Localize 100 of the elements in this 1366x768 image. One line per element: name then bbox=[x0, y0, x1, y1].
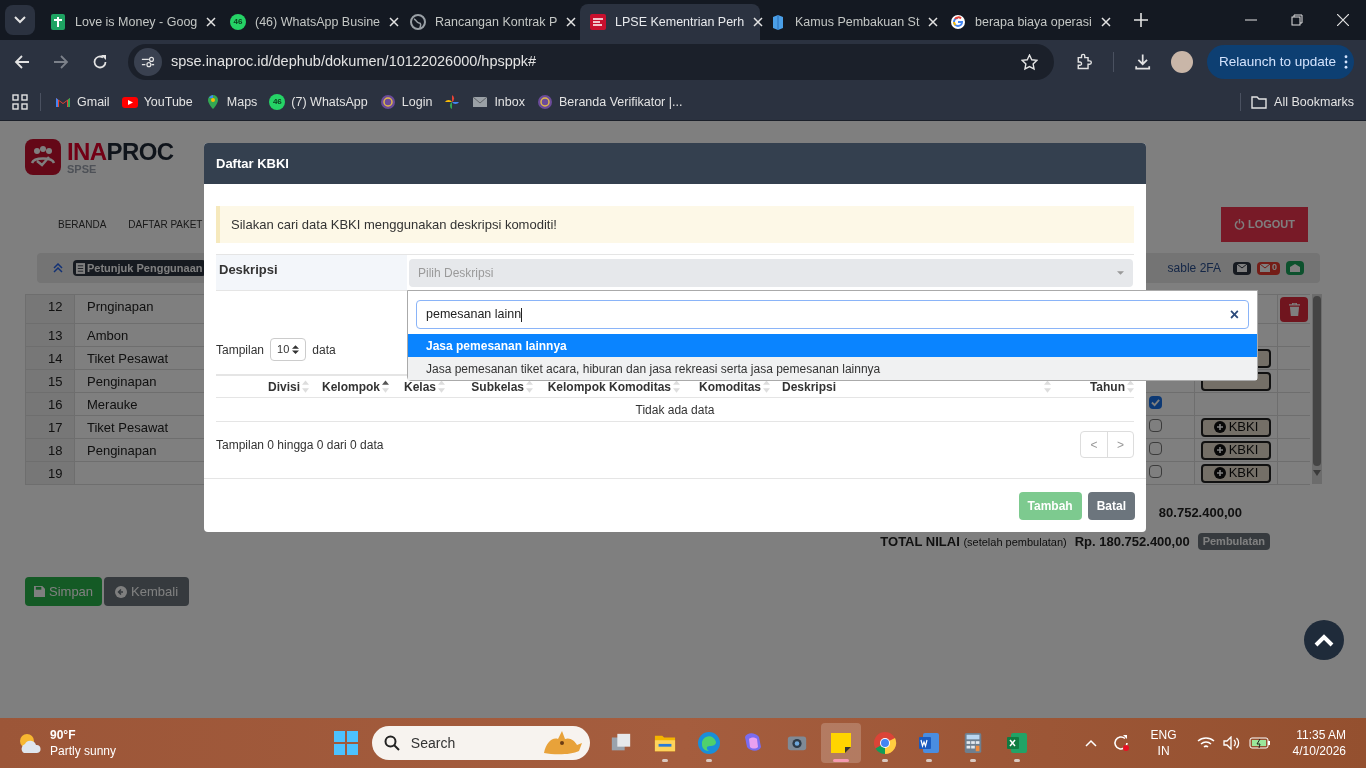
bookmark-star-icon[interactable] bbox=[1021, 53, 1039, 71]
word-processor-icon bbox=[917, 731, 941, 755]
messages-button[interactable] bbox=[1233, 261, 1251, 275]
checkbox[interactable] bbox=[1149, 465, 1162, 478]
browser-tab[interactable]: Rancangan Kontrak P bbox=[400, 4, 580, 40]
apps-grid-icon[interactable] bbox=[12, 94, 28, 110]
dialog-button[interactable]: Batal bbox=[1087, 491, 1135, 520]
kbki-button[interactable]: KBKI bbox=[1201, 440, 1271, 460]
kbki-button[interactable]: KBKI bbox=[1201, 463, 1271, 483]
scrollbar[interactable] bbox=[1312, 294, 1322, 484]
dropdown-option[interactable]: Jasa pemesanan tiket acara, hiburan dan jasa rekreasi serta jasa pemesanan lainnya bbox=[408, 357, 1257, 380]
envelope-icon bbox=[1260, 264, 1270, 272]
scrollbar-thumb[interactable] bbox=[1313, 296, 1321, 466]
more-icon[interactable] bbox=[1344, 55, 1349, 69]
alert-message: Silakan cari data KBKI menggunakan deskripsi komoditi! bbox=[216, 206, 1134, 243]
scroll-down-icon[interactable] bbox=[1313, 470, 1321, 476]
temperature: 90°F bbox=[50, 727, 77, 743]
nav-link[interactable]: DAFTAR PAKET bbox=[128, 217, 203, 232]
power-icon bbox=[1233, 219, 1245, 230]
subtotal-value: 80.752.400,00 bbox=[1158, 504, 1243, 522]
guide-button[interactable]: Petunjuk Penggunaan bbox=[73, 260, 206, 276]
row-number: 15 bbox=[25, 370, 75, 392]
row-number: 12 bbox=[25, 295, 75, 323]
open-mail-button[interactable] bbox=[1286, 261, 1304, 275]
chevron-up-icon bbox=[1314, 633, 1334, 647]
close-icon[interactable] bbox=[753, 17, 764, 27]
bookmark-link[interactable]: YouTube bbox=[115, 88, 199, 116]
total-value: Rp. 180.752.400,00 bbox=[1074, 532, 1190, 551]
relaunch-button[interactable]: Relaunch to update bbox=[1206, 45, 1355, 79]
sort-arrows-icon bbox=[292, 345, 300, 354]
wifi-icon[interactable] bbox=[1196, 736, 1215, 750]
chevron-up-icon[interactable] bbox=[1084, 739, 1097, 747]
site-info-icon[interactable] bbox=[141, 55, 155, 69]
address-bar[interactable]: spse.inaproc.id/dephub/dokumen/10122026000/hpsppk# bbox=[128, 44, 1055, 80]
row-number: 19 bbox=[25, 462, 75, 484]
emblem-icon bbox=[379, 94, 396, 110]
bookmark-link[interactable]: 46 (7) WhatsApp bbox=[263, 88, 374, 116]
start-button[interactable] bbox=[332, 729, 360, 757]
windows-logo-icon bbox=[334, 731, 358, 755]
kbki-button[interactable]: KBKI bbox=[1201, 417, 1271, 437]
delete-button[interactable] bbox=[1280, 297, 1308, 322]
browser-tab[interactable]: Love is Money - Goog bbox=[40, 4, 220, 40]
extensions-icon[interactable] bbox=[1075, 53, 1093, 71]
bookmark-link[interactable]: Login bbox=[373, 88, 439, 116]
close-icon[interactable] bbox=[566, 17, 577, 27]
battery-icon[interactable] bbox=[1248, 737, 1271, 749]
reload-icon bbox=[92, 54, 109, 70]
close-icon[interactable] bbox=[928, 17, 939, 27]
clear-button[interactable]: × bbox=[1229, 302, 1239, 327]
close-icon[interactable] bbox=[389, 17, 400, 27]
minimize-icon bbox=[1245, 19, 1257, 21]
scroll-top-button[interactable] bbox=[1304, 620, 1344, 660]
collapse-icon[interactable] bbox=[53, 263, 63, 273]
new-tab-icon[interactable] bbox=[1134, 13, 1148, 27]
browser-icon bbox=[873, 731, 897, 755]
browser-icon bbox=[697, 731, 721, 755]
google-icon bbox=[950, 14, 966, 30]
emblem-icon bbox=[536, 94, 553, 110]
nav-link[interactable]: BERANDA bbox=[58, 217, 107, 232]
page-length-select[interactable]: 10 bbox=[270, 338, 307, 361]
browser-tab[interactable]: 46 (46) WhatsApp Busine bbox=[220, 4, 400, 40]
envelope-icon bbox=[1237, 264, 1247, 272]
speaker-icon[interactable] bbox=[1222, 736, 1241, 750]
checkbox[interactable] bbox=[1149, 442, 1162, 455]
pinwheel-icon bbox=[444, 94, 461, 110]
bookmark-link[interactable]: Gmail bbox=[49, 88, 116, 116]
search-box[interactable]: Search bbox=[372, 726, 590, 760]
logo-icon bbox=[25, 139, 61, 175]
dialog-title: Daftar KBKI bbox=[204, 143, 1146, 184]
spreadsheet-icon bbox=[1005, 731, 1029, 755]
plus-circle-icon bbox=[1213, 444, 1226, 456]
row-number: 16 bbox=[25, 393, 75, 415]
dropdown-option[interactable]: Jasa pemesanan lainnya bbox=[408, 334, 1257, 357]
close-icon[interactable] bbox=[206, 17, 217, 27]
site-logo-icon bbox=[590, 14, 606, 30]
browser-tab[interactable]: LPSE Kementrian Perh bbox=[580, 4, 760, 40]
total-label: TOTAL NILAI (setelah pembulatan) bbox=[880, 532, 1067, 551]
weather-text: Partly sunny bbox=[50, 743, 117, 759]
search-field[interactable]: pemesanan lainn × bbox=[416, 300, 1249, 329]
table-info: Tampilan 0 hingga 0 dari 0 data bbox=[216, 436, 384, 454]
close-icon[interactable] bbox=[1100, 17, 1111, 27]
clock-date[interactable]: 4/10/2026 bbox=[1292, 743, 1346, 759]
taskbar-app-button[interactable] bbox=[821, 723, 861, 763]
sort-icon[interactable] bbox=[382, 380, 389, 393]
bookmark-link[interactable]: Inbox bbox=[466, 88, 531, 116]
clock-time[interactable]: 11:35 AM bbox=[1296, 727, 1346, 743]
browser-tab[interactable]: berapa biaya operasi bbox=[940, 4, 1120, 40]
all-bookmarks-button[interactable]: All Bookmarks bbox=[1251, 92, 1354, 112]
download-icon[interactable] bbox=[1133, 53, 1151, 71]
checkbox[interactable] bbox=[1149, 419, 1162, 432]
bookmark-link[interactable]: Maps bbox=[198, 88, 264, 116]
folder-icon bbox=[1251, 95, 1268, 109]
region-indicator[interactable]: IN bbox=[1157, 743, 1170, 759]
checkbox[interactable] bbox=[1149, 396, 1162, 409]
chevron-down-icon bbox=[14, 16, 26, 24]
tab-search-button[interactable] bbox=[5, 5, 35, 35]
profile-avatar[interactable] bbox=[1170, 51, 1193, 73]
bookmark-link[interactable]: Beranda Verifikator |... bbox=[530, 88, 689, 116]
language-indicator[interactable]: ENG bbox=[1150, 727, 1177, 743]
browser-tab[interactable]: Kamus Pembakuan St bbox=[760, 4, 940, 40]
